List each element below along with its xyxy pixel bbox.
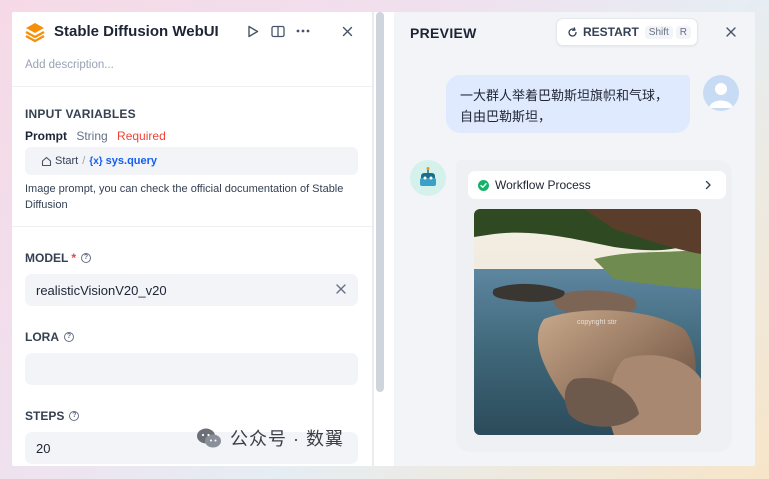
image-watermark: copyright stir bbox=[577, 319, 617, 326]
help-icon[interactable]: ? bbox=[81, 253, 92, 263]
divider bbox=[12, 86, 372, 87]
steps-label: STEPS ? bbox=[25, 409, 80, 423]
bot-avatar bbox=[410, 160, 446, 196]
wechat-icon bbox=[197, 428, 221, 448]
lora-input[interactable] bbox=[25, 353, 358, 385]
restart-icon bbox=[568, 26, 577, 37]
success-check-icon bbox=[478, 179, 489, 191]
model-value: realisticVisionV20_v20 bbox=[36, 283, 167, 298]
workflow-process-toggle[interactable]: Workflow Process bbox=[468, 171, 726, 199]
user-avatar bbox=[703, 75, 739, 111]
close-preview-icon[interactable] bbox=[724, 25, 738, 39]
prompt-type: String bbox=[76, 129, 108, 143]
help-icon[interactable]: ? bbox=[69, 411, 80, 421]
watermark-text: 公众号 · 数翼 bbox=[230, 429, 344, 449]
panel-header: Stable Diffusion WebUI bbox=[12, 12, 372, 52]
model-label-text: MODEL bbox=[25, 251, 69, 265]
restart-label: RESTART bbox=[583, 25, 639, 39]
prompt-variable-header: Prompt String Required bbox=[25, 129, 166, 143]
restart-button[interactable]: RESTART Shift R bbox=[556, 18, 698, 46]
clear-icon[interactable] bbox=[334, 282, 348, 296]
help-icon[interactable]: ? bbox=[64, 332, 74, 342]
bot-message: Workflow Process copyright stir bbox=[456, 160, 732, 452]
shortcut-shift: Shift bbox=[644, 25, 673, 39]
prompt-name: Prompt bbox=[25, 129, 67, 143]
overlay-watermark: 公众号 · 数翼 bbox=[196, 425, 344, 451]
start-node-label: Start bbox=[55, 155, 79, 167]
generated-image[interactable]: copyright stir bbox=[474, 209, 701, 435]
run-icon[interactable] bbox=[244, 22, 262, 40]
required-mark: * bbox=[71, 251, 77, 265]
generated-image-art: copyright stir bbox=[474, 209, 701, 435]
shortcut-key: R bbox=[675, 25, 692, 39]
preview-panel: PREVIEW RESTART Shift R 一大群人举着巴勒斯坦旗帜和气球，… bbox=[394, 12, 755, 466]
variable-icon: {x} bbox=[89, 155, 103, 167]
prompt-variable-selector[interactable]: Start / {x} sys.query bbox=[25, 147, 358, 175]
steps-value: 20 bbox=[36, 441, 51, 456]
variable-name: sys.query bbox=[105, 155, 158, 167]
breadcrumb-separator: / bbox=[82, 155, 86, 167]
steps-label-text: STEPS bbox=[25, 409, 65, 423]
panel-divider[interactable] bbox=[372, 12, 374, 466]
preview-title: PREVIEW bbox=[410, 25, 477, 41]
input-variables-title: INPUT VARIABLES bbox=[25, 107, 136, 121]
lora-label: LORA ? bbox=[25, 330, 74, 344]
tool-logo-icon bbox=[25, 23, 45, 43]
workflow-label: Workflow Process bbox=[495, 178, 591, 192]
model-label: MODEL * ? bbox=[25, 251, 92, 265]
chevron-right-icon bbox=[705, 180, 711, 190]
node-settings-panel: Stable Diffusion WebUI Add description..… bbox=[12, 12, 372, 466]
home-icon bbox=[41, 156, 52, 166]
app-title: Stable Diffusion WebUI bbox=[54, 23, 219, 40]
prompt-required-badge: Required bbox=[117, 129, 166, 143]
lora-label-text: LORA bbox=[25, 330, 59, 344]
prompt-help-text: Image prompt, you can check the official… bbox=[25, 183, 344, 211]
user-message: 一大群人举着巴勒斯坦旗帜和气球，自由巴勒斯坦， bbox=[446, 75, 690, 133]
divider bbox=[12, 226, 372, 227]
close-icon[interactable] bbox=[338, 22, 356, 40]
book-icon[interactable] bbox=[269, 22, 287, 40]
more-icon[interactable] bbox=[294, 22, 312, 40]
app-window: Stable Diffusion WebUI Add description..… bbox=[12, 12, 755, 466]
model-input[interactable]: realisticVisionV20_v20 bbox=[25, 274, 358, 306]
scrollbar-thumb[interactable] bbox=[376, 12, 384, 392]
description-input[interactable]: Add description... bbox=[25, 59, 114, 71]
